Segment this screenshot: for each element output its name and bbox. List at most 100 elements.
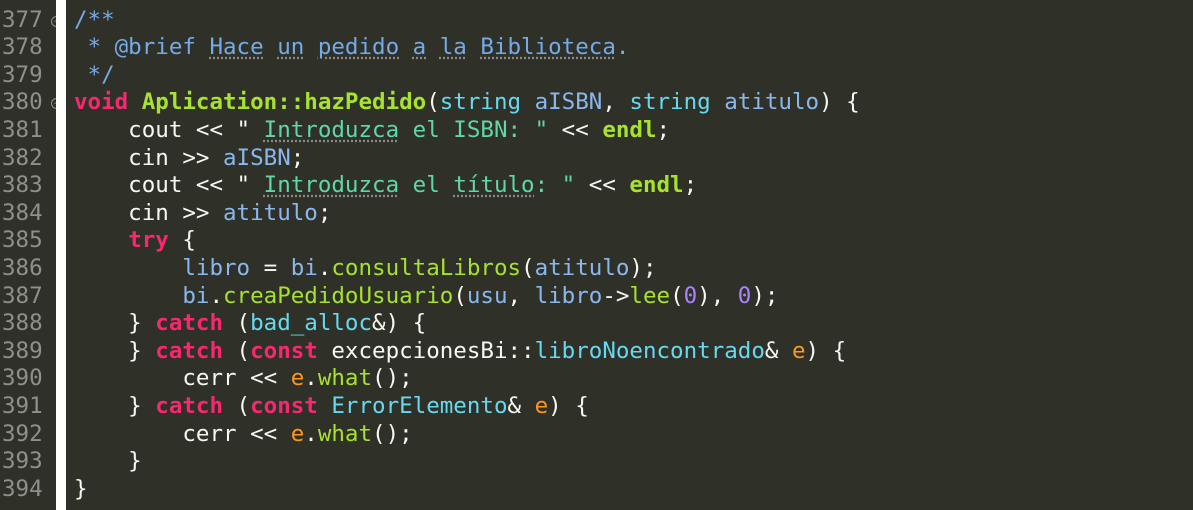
- line-number: 380: [2, 89, 43, 116]
- gutter-separator: [56, 0, 66, 510]
- code-token: (: [426, 89, 440, 116]
- code-token: bad_alloc: [250, 310, 373, 337]
- code-token: (: [521, 254, 535, 281]
- code-token: what: [317, 365, 373, 392]
- code-line[interactable]: cin >> aISBN;: [74, 145, 304, 173]
- code-token: ();: [372, 365, 413, 392]
- line-number: 387: [2, 282, 43, 309]
- code-token: ,: [507, 282, 535, 309]
- code-token: {: [168, 227, 196, 254]
- code-line[interactable]: */: [74, 62, 115, 90]
- code-token: .: [209, 282, 224, 309]
- code-token: e: [290, 420, 305, 447]
- line-number: 386: [2, 254, 43, 281]
- line-number: 377: [2, 6, 43, 33]
- code-token: ErrorElemento: [331, 392, 508, 419]
- code-token: try: [128, 227, 169, 254]
- code-token: atitulo: [223, 199, 318, 226]
- code-token: */: [74, 61, 115, 88]
- line-number: 379: [2, 61, 43, 88]
- code-line[interactable]: * @brief Hace un pedido a la Biblioteca.: [74, 34, 630, 62]
- code-token: void: [74, 89, 129, 116]
- code-token: catch: [155, 337, 224, 364]
- line-number: 391: [2, 392, 43, 419]
- code-token: what: [317, 420, 373, 447]
- code-token: endl: [602, 116, 657, 143]
- code-token: <<: [575, 172, 630, 199]
- code-editor[interactable]: 377−378379380−38138238338438538638738838…: [0, 0, 1193, 510]
- code-token: libro: [182, 254, 251, 281]
- code-token: ;: [317, 199, 332, 226]
- code-token: ;: [656, 116, 671, 143]
- code-line[interactable]: libro = bi.consultaLibros(atitulo);: [74, 254, 656, 283]
- line-number: 384: [2, 199, 43, 226]
- code-token: .: [304, 420, 318, 447]
- code-line[interactable]: cout << " Introduzca el título: " << end…: [74, 172, 697, 200]
- code-line[interactable]: } catch (const excepcionesBi::libroNoenc…: [74, 338, 846, 366]
- line-number: 393: [2, 448, 43, 475]
- code-token: }: [74, 392, 156, 419]
- code-line[interactable]: }: [74, 448, 142, 476]
- code-token: pedido: [317, 34, 400, 61]
- code-line[interactable]: }: [74, 476, 88, 504]
- code-token: }: [74, 310, 156, 337]
- code-line[interactable]: bi.creaPedidoUsuario(usu, libro->lee(0),…: [74, 283, 778, 311]
- code-line[interactable]: } catch (const ErrorElemento& e) {: [74, 393, 589, 421]
- code-token: título: [453, 172, 535, 199]
- code-token: libro: [534, 282, 603, 309]
- code-token: .: [304, 365, 318, 392]
- code-token: Aplication::hazPedido: [141, 89, 427, 116]
- code-token: : ": [534, 172, 576, 199]
- code-line[interactable]: /**: [74, 7, 115, 35]
- code-token: ->: [602, 282, 630, 309]
- code-token: Introduzca: [263, 116, 400, 143]
- code-line[interactable]: } catch (bad_alloc&) {: [74, 310, 426, 338]
- code-token: bi: [182, 282, 210, 309]
- code-token: (: [670, 282, 684, 309]
- code-line[interactable]: void Aplication::hazPedido(string aISBN,…: [74, 89, 860, 117]
- code-token: ),: [697, 282, 738, 309]
- code-token: =: [250, 254, 291, 281]
- code-token: (: [223, 310, 251, 337]
- code-token: endl: [629, 172, 684, 199]
- code-token: 0: [683, 282, 698, 309]
- code-token: ) {: [548, 392, 589, 419]
- code-token: libroNoencontrado: [534, 337, 765, 364]
- code-line[interactable]: cin >> atitulo;: [74, 200, 331, 228]
- code-token: }: [74, 337, 156, 364]
- code-token: atitulo: [534, 254, 630, 281]
- code-token: }: [74, 448, 142, 475]
- code-token: aISBN: [534, 89, 603, 116]
- code-line[interactable]: try {: [74, 227, 196, 255]
- line-number: 383: [2, 172, 43, 199]
- code-token: (: [453, 282, 467, 309]
- code-token: &: [507, 392, 535, 419]
- line-number: 385: [2, 227, 43, 254]
- line-number: 382: [2, 144, 43, 171]
- code-area[interactable]: /** * @brief Hace un pedido a la Bibliot…: [66, 0, 1193, 510]
- code-line[interactable]: cerr << e.what();: [74, 365, 413, 393]
- code-token: Biblioteca: [480, 34, 616, 61]
- code-token: * @brief: [74, 34, 210, 61]
- code-token: &: [764, 337, 792, 364]
- code-token: const: [250, 337, 318, 364]
- code-token: bi: [290, 254, 318, 281]
- code-line[interactable]: cout << " Introduzca el ISBN: " << endl;: [74, 117, 670, 145]
- code-token: cout << ": [74, 116, 264, 143]
- code-token: &) {: [372, 310, 427, 337]
- code-token: const: [250, 392, 318, 419]
- code-line[interactable]: cerr << e.what();: [74, 420, 412, 449]
- code-token: }: [74, 475, 88, 502]
- code-token: excepcionesBi::: [317, 337, 535, 364]
- line-number: 392: [2, 420, 43, 447]
- code-token: un: [277, 34, 305, 61]
- line-number: 390: [2, 365, 43, 392]
